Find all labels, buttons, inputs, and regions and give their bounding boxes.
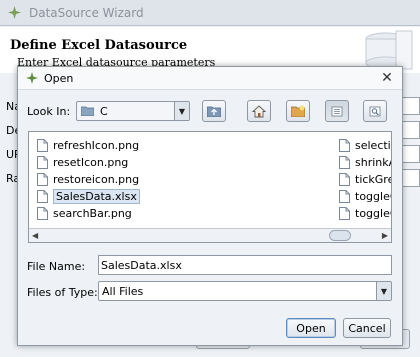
up-one-level-button[interactable] [202, 100, 226, 122]
list-item-selected[interactable]: SalesData.xlsx [37, 188, 140, 205]
list-item[interactable]: resetIcon.png [37, 154, 128, 171]
wizard-header-title: Define Excel Datasource [10, 38, 188, 53]
file-list[interactable]: refreshIcon.png resetIcon.png restoreico… [28, 131, 392, 243]
scroll-right-icon[interactable]: ▶ [382, 231, 388, 240]
list-view-button[interactable] [325, 100, 349, 122]
file-icon [37, 190, 48, 203]
file-icon [339, 173, 350, 186]
file-name: SalesData.xlsx [53, 189, 140, 204]
files-of-type-value: All Files [102, 284, 144, 298]
file-icon [37, 207, 48, 220]
file-icon [339, 156, 350, 169]
open-file-dialog: Open ✕ Look In: C ▼ refreshIcon.png rese… [17, 66, 403, 346]
open-button[interactable]: Open [286, 318, 336, 338]
home-icon [252, 104, 266, 117]
new-folder-button[interactable] [286, 100, 310, 122]
file-icon [339, 139, 350, 152]
file-name: restoreicon.png [53, 173, 140, 186]
file-name: resetIcon.png [53, 156, 129, 169]
list-view-icon [331, 106, 343, 116]
list-item[interactable]: restoreicon.png [37, 171, 139, 188]
dialog-title: Open [44, 71, 74, 85]
home-button[interactable] [247, 100, 271, 122]
file-icon [37, 156, 48, 169]
scrollbar-thumb[interactable] [329, 230, 351, 241]
wizard-titlebar: DataSource Wizard [0, 0, 420, 26]
folder-icon [81, 106, 94, 116]
file-name-label: File Name: [27, 260, 86, 273]
list-item[interactable]: shrinkAlt [339, 154, 391, 171]
file-name: searchBar.png [53, 207, 132, 220]
wizard-app-icon [8, 6, 21, 19]
files-of-type-label: Files of Type: [27, 286, 98, 299]
up-one-level-icon [207, 106, 221, 117]
chevron-down-icon[interactable]: ▼ [376, 282, 391, 300]
chevron-down-icon[interactable]: ▼ [174, 102, 189, 120]
file-name: shrinkAlt [355, 156, 391, 169]
scroll-left-icon[interactable]: ◀ [32, 231, 38, 240]
look-in-combobox[interactable]: C ▼ [76, 101, 190, 121]
dialog-app-icon [26, 72, 38, 84]
details-view-icon [369, 106, 381, 116]
file-name: toggleOn [355, 207, 391, 220]
wizard-title: DataSource Wizard [29, 5, 144, 20]
look-in-value: C [100, 104, 108, 118]
file-icon [339, 190, 350, 203]
list-item[interactable]: tickGrey( [339, 171, 391, 188]
file-icon [37, 139, 48, 152]
list-item[interactable]: toggleOf [339, 188, 391, 205]
cancel-button[interactable]: Cancel [343, 318, 391, 338]
look-in-label-text: Look In: [27, 105, 71, 118]
file-name: toggleOf [355, 190, 391, 203]
list-item[interactable]: selection [339, 137, 391, 154]
files-of-type-combobox[interactable]: All Files ▼ [98, 281, 392, 301]
file-name-input[interactable] [98, 255, 392, 275]
database-graphic-icon [365, 30, 413, 70]
file-name: refreshIcon.png [53, 139, 140, 152]
file-name: selection [355, 139, 391, 152]
horizontal-scrollbar[interactable]: ◀ ▶ [29, 228, 391, 242]
new-folder-icon [291, 105, 305, 117]
file-icon [37, 173, 48, 186]
list-item[interactable]: toggleOn [339, 205, 391, 222]
dialog-titlebar: Open [18, 67, 402, 90]
close-icon[interactable]: ✕ [380, 71, 394, 85]
list-item[interactable]: refreshIcon.png [37, 137, 139, 154]
file-icon [339, 207, 350, 220]
file-name: tickGrey( [355, 173, 391, 186]
list-item[interactable]: searchBar.png [37, 205, 132, 222]
details-view-button[interactable] [363, 100, 387, 122]
look-in-label: Look In: [27, 105, 70, 118]
